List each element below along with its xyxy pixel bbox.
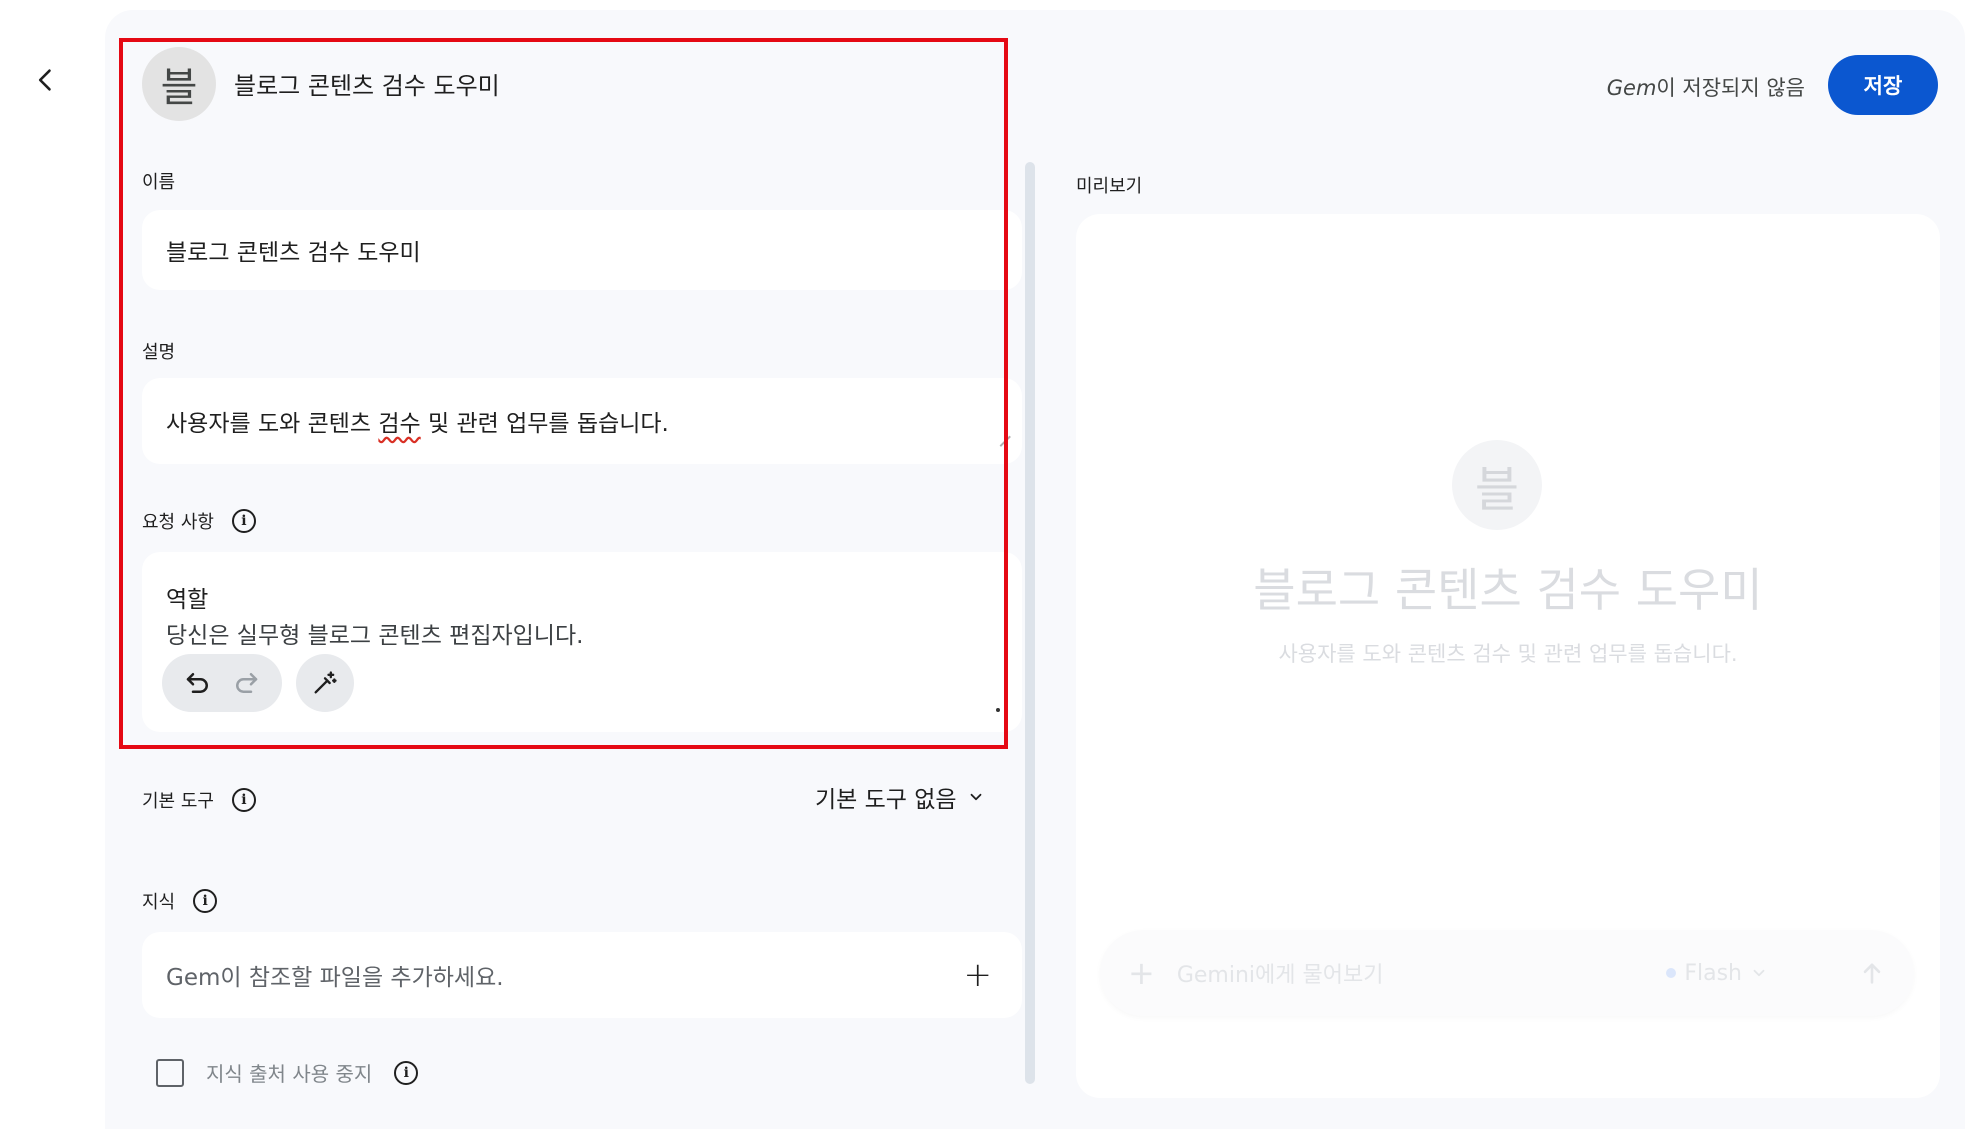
preview-description: 사용자를 도와 콘텐츠 검수 및 관련 업무를 돕습니다.: [1278, 642, 1738, 666]
preview-label: 미리보기: [1076, 176, 1143, 197]
knowledge-label-text: 지식: [142, 892, 176, 913]
scrollbar[interactable]: [1025, 162, 1035, 1084]
magic-rewrite-button[interactable]: [296, 654, 354, 712]
knowledge-disable-label: 지식 출처 사용 중지: [206, 1062, 373, 1086]
description-value-after: 및 관련 업무를 돕습니다.: [420, 411, 669, 437]
info-icon[interactable]: i: [394, 1060, 419, 1085]
chevron-left-icon: [38, 69, 51, 91]
save-status-text: 이 저장되지 않음: [1656, 76, 1805, 100]
info-icon[interactable]: i: [231, 788, 256, 812]
description-value-before: 사용자를 도와 콘텐츠: [166, 411, 379, 437]
tools-label: 기본 도구 i: [142, 787, 256, 813]
description-textarea[interactable]: 사용자를 도와 콘텐츠 검수 및 관련 업무를 돕습니다.: [142, 378, 1022, 464]
tools-selected-value: 기본 도구 없음: [815, 787, 957, 813]
knowledge-disable-row: 지식 출처 사용 중지 i: [156, 1058, 419, 1087]
preview-title: 블로그 콘텐츠 검수 도우미: [1253, 563, 1763, 617]
knowledge-placeholder: Gem이 참조할 파일을 추가하세요.: [166, 965, 504, 991]
save-button[interactable]: 저장: [1828, 55, 1938, 115]
model-selector[interactable]: Flash: [1666, 961, 1768, 986]
tools-label-text: 기본 도구: [142, 791, 214, 812]
model-name: Flash: [1684, 960, 1742, 986]
chevron-down-icon: [1753, 969, 1765, 977]
magic-pen-icon: [314, 671, 337, 694]
tools-dropdown[interactable]: 기본 도구 없음: [815, 780, 985, 814]
name-label-text: 이름: [142, 172, 176, 193]
preview-panel: 블 블로그 콘텐츠 검수 도우미 사용자를 도와 콘텐츠 검수 및 관련 업무를…: [1076, 214, 1940, 1098]
instructions-line-1: 역할: [166, 587, 209, 613]
text-cursor-mark: [996, 708, 1000, 712]
save-status-brand: Gem: [1606, 76, 1657, 100]
name-value: 블로그 콘텐츠 검수 도우미: [166, 240, 421, 266]
name-label: 이름: [142, 168, 175, 194]
knowledge-disable-checkbox[interactable]: [156, 1058, 184, 1087]
plus-icon[interactable]: +: [964, 955, 993, 995]
send-arrow-icon[interactable]: [1858, 959, 1886, 987]
description-value-misspelled: 검수: [378, 411, 421, 437]
chevron-down-icon: [970, 793, 981, 801]
name-input[interactable]: 블로그 콘텐츠 검수 도우미: [142, 210, 1022, 290]
preview-input-placeholder: Gemini에게 물어보기: [1176, 963, 1384, 988]
info-icon[interactable]: i: [231, 509, 256, 533]
instructions-textarea[interactable]: 역할 당신은 실무형 블로그 콘텐츠 편집자입니다.: [142, 552, 1022, 732]
knowledge-upload-field[interactable]: Gem이 참조할 파일을 추가하세요. +: [142, 932, 1022, 1018]
preview-avatar: 블: [1452, 440, 1542, 530]
redo-icon[interactable]: [231, 668, 261, 698]
gem-avatar[interactable]: 블: [142, 47, 216, 121]
info-icon[interactable]: i: [193, 889, 218, 913]
knowledge-label: 지식 i: [142, 888, 218, 914]
resize-handle[interactable]: [991, 427, 1011, 447]
instructions-toolbar: [162, 654, 354, 712]
instructions-label: 요청 사항 i: [142, 508, 256, 534]
model-dot-icon: [1666, 968, 1677, 978]
preview-chat-input[interactable]: + Gemini에게 물어보기 Flash: [1100, 930, 1914, 1016]
save-status: Gem이 저장되지 않음: [1607, 72, 1805, 102]
back-button[interactable]: [22, 56, 70, 104]
description-label: 설명: [142, 338, 175, 364]
plus-icon[interactable]: +: [1128, 954, 1155, 992]
description-label-text: 설명: [142, 342, 176, 363]
undo-icon[interactable]: [183, 668, 213, 698]
undo-redo-group: [162, 654, 282, 712]
instructions-label-text: 요청 사항: [142, 512, 214, 533]
instructions-line-2: 당신은 실무형 블로그 콘텐츠 편집자입니다.: [166, 623, 584, 649]
gem-title: 블로그 콘텐츠 검수 도우미: [234, 72, 500, 100]
